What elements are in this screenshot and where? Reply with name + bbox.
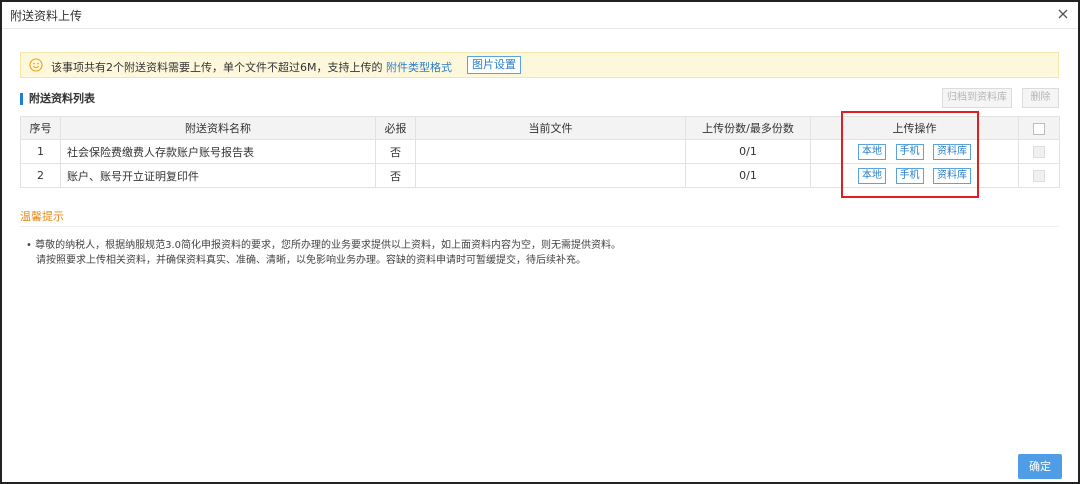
tips-divider [20,226,1059,227]
row-ops: 本地 手机 资料库 [810,139,1019,164]
tip-line-1: • 尊敬的纳税人，根据纳服规范3.0简化申报资料的要求，您所办理的业务要求提供以… [26,240,621,251]
header-count: 上传份数/最多份数 [685,116,811,140]
upload-local-button[interactable]: 本地 [858,143,886,160]
file-format-link[interactable]: 附件类型格式 [386,59,452,75]
tips-title: 温馨提示 [20,210,64,223]
row-required: 否 [375,163,416,188]
row-name: 社会保险费缴费人存款账户账号报告表 [60,139,376,164]
row-index: 1 [20,139,61,164]
table-row: 2 账户、账号开立证明复印件 否 0/1 本地 手机 资料库 [20,163,1060,188]
delete-button[interactable]: 删除 [1022,88,1059,108]
row-checkbox[interactable] [1033,170,1045,182]
dialog-title-bar: 附送资料上传 [2,2,1078,29]
tip-line-2: 请按照要求上传相关资料，并确保资料真实、准确、清晰，以免影响业务办理。容缺的资料… [36,255,586,266]
select-all-checkbox[interactable] [1033,122,1045,135]
row-count: 0/1 [685,163,811,188]
row-count: 0/1 [685,139,811,164]
row-index: 2 [20,163,61,188]
close-icon[interactable] [1056,7,1070,21]
confirm-button[interactable]: 确定 [1018,454,1062,479]
row-select [1018,139,1060,164]
upload-library-button[interactable]: 资料库 [933,167,971,184]
row-required: 否 [375,139,416,164]
header-name: 附送资料名称 [60,116,376,140]
upload-local-button[interactable]: 本地 [858,167,886,184]
row-ops: 本地 手机 资料库 [810,163,1019,188]
upload-phone-button[interactable]: 手机 [895,167,924,184]
row-select [1018,163,1060,188]
notice-text: 该事项共有2个附送资料需要上传，单个文件不超过6M，支持上传的 [51,61,383,74]
row-checkbox[interactable] [1033,146,1045,158]
smile-icon [29,58,43,72]
header-index: 序号 [20,116,61,140]
image-settings-button[interactable]: 图片设置 [467,56,521,74]
table-row: 1 社会保险费缴费人存款账户账号报告表 否 0/1 本地 手机 资料库 [20,139,1060,164]
upload-dialog: 附送资料上传 该事项共有2个附送资料需要上传，单个文件不超过6M，支持上传的 附… [0,0,1080,484]
header-required: 必报 [375,116,416,140]
header-ops: 上传操作 [810,116,1019,140]
upload-phone-button[interactable]: 手机 [895,143,924,160]
upload-library-button[interactable]: 资料库 [933,143,971,160]
section-title: 附送资料列表 [20,93,95,105]
archive-to-library-button[interactable]: 归档到资料库 [942,88,1012,108]
table-header-row: 序号 附送资料名称 必报 当前文件 上传份数/最多份数 上传操作 [20,116,1060,140]
header-select-all [1018,116,1060,140]
notice-bar: 该事项共有2个附送资料需要上传，单个文件不超过6M，支持上传的 附件类型格式 图… [20,52,1059,78]
row-current-file [415,163,686,188]
dialog-title: 附送资料上传 [10,9,83,23]
row-name: 账户、账号开立证明复印件 [60,163,376,188]
row-current-file [415,139,686,164]
attachment-table: 序号 附送资料名称 必报 当前文件 上传份数/最多份数 上传操作 1 社会保险费… [20,116,1060,188]
header-current-file: 当前文件 [415,116,686,140]
